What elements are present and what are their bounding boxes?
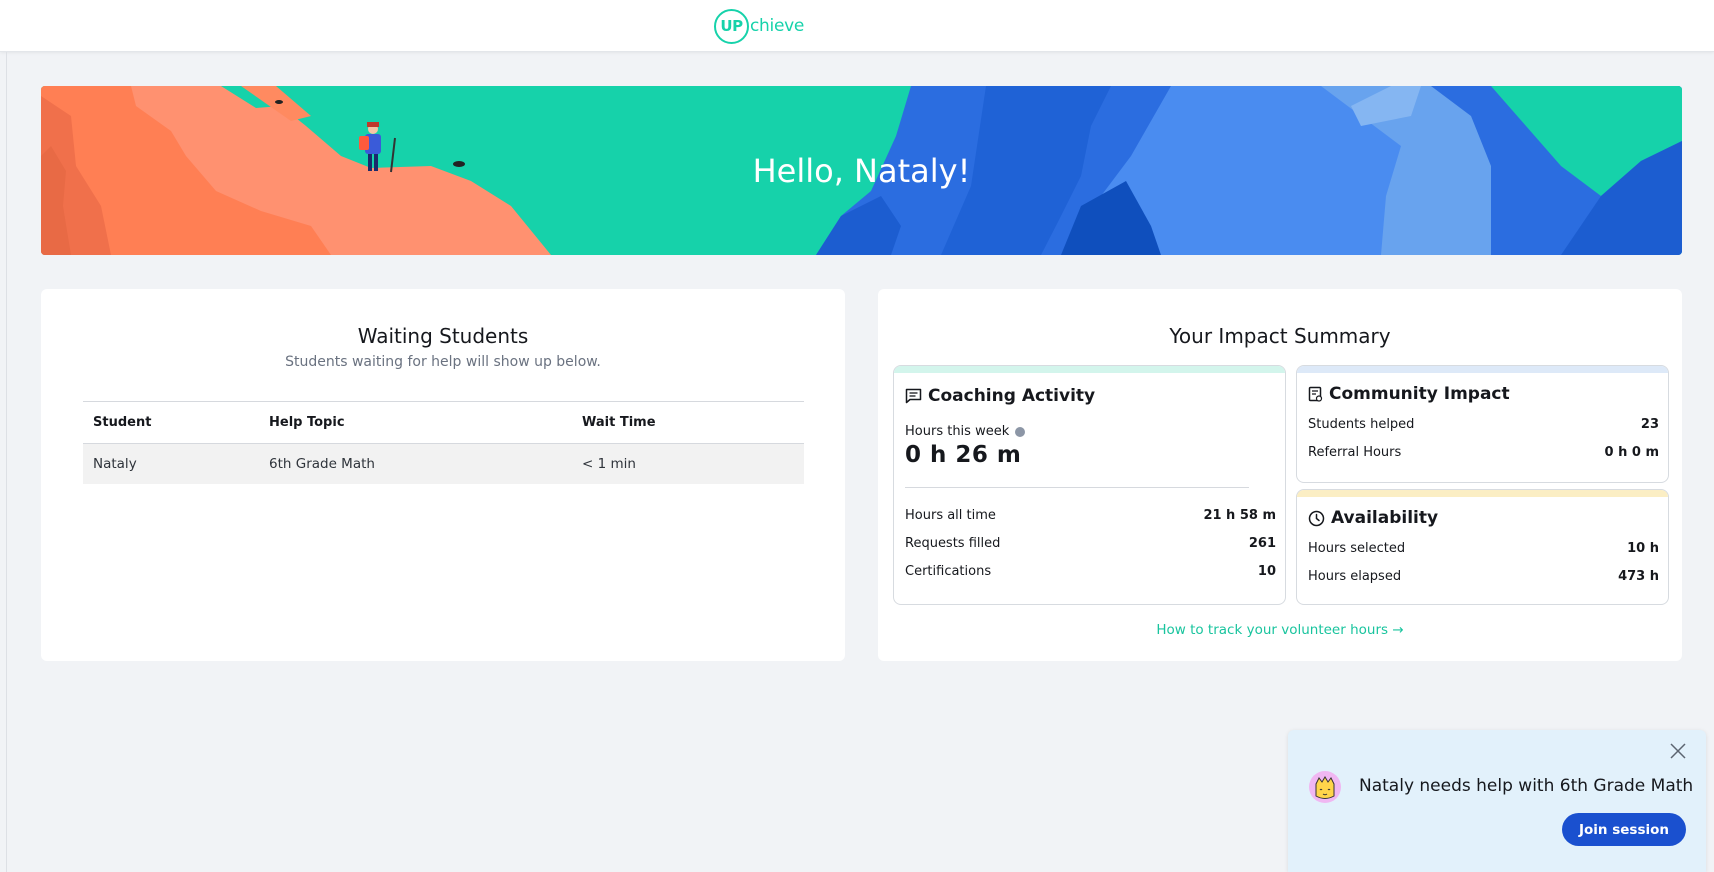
stat-value: 23 — [1640, 417, 1659, 432]
stat-label: Requests filled — [905, 536, 1001, 551]
impact-summary-title: Your Impact Summary — [1169, 324, 1391, 348]
hours-this-week-text: Hours this week — [905, 424, 1010, 439]
upchieve-logo[interactable]: UP chieve — [714, 8, 804, 44]
waiting-students-card: Waiting Students Students waiting for he… — [41, 289, 845, 661]
stat-value: 21 h 58 m — [1203, 508, 1276, 523]
hours-this-week-label: Hours this week — [905, 424, 1026, 439]
logo-text: chieve — [750, 16, 805, 36]
chat-icon — [905, 388, 922, 404]
availability-heading: Availability — [1308, 508, 1438, 528]
waiting-students-subtitle: Students waiting for help will show up b… — [285, 354, 601, 370]
stat-row-certifications: Certifications 10 — [905, 564, 1276, 579]
certificate-icon — [1308, 386, 1323, 402]
help-topic: 6th Grade Math — [269, 456, 375, 472]
stat-label: Hours elapsed — [1308, 569, 1402, 584]
stat-label: Hours all time — [905, 508, 996, 523]
toast-message: Nataly needs help with 6th Grade Math — [1359, 776, 1694, 796]
stat-row-hours-selected: Hours selected 10 h — [1308, 541, 1659, 556]
stat-value: 261 — [1248, 536, 1276, 551]
stat-value: 0 h 0 m — [1604, 445, 1659, 460]
info-icon[interactable] — [1015, 426, 1026, 437]
top-bar: UP chieve — [0, 0, 1714, 52]
stat-row-referral-hours: Referral Hours 0 h 0 m — [1308, 445, 1659, 460]
close-icon[interactable] — [1668, 741, 1688, 761]
stat-row-hours-elapsed: Hours elapsed 473 h — [1308, 569, 1659, 584]
stat-value: 10 — [1257, 564, 1276, 579]
welcome-banner: Hello, Nataly! — [41, 86, 1682, 255]
greeting-heading: Hello, Nataly! — [752, 152, 971, 190]
community-accent-stripe — [1297, 366, 1668, 373]
stat-value: 10 h — [1627, 541, 1659, 556]
coaching-activity-heading: Coaching Activity — [905, 386, 1095, 406]
table-row[interactable]: Nataly 6th Grade Math < 1 min — [83, 444, 804, 484]
waiting-students-title: Waiting Students — [357, 324, 529, 348]
stat-label: Students helped — [1308, 417, 1415, 432]
clock-icon — [1308, 510, 1325, 526]
table-header: Student Help Topic Wait Time — [83, 402, 804, 444]
waiting-students-table: Student Help Topic Wait Time Nataly 6th … — [83, 401, 804, 484]
impact-summary-card: Your Impact Summary Coaching Activity Ho… — [878, 289, 1682, 661]
stat-label: Hours selected — [1308, 541, 1406, 556]
stat-row-students-helped: Students helped 23 — [1308, 417, 1659, 432]
availability-card: Availability Hours selected 10 h Hours e… — [1296, 489, 1669, 605]
coaching-activity-title: Coaching Activity — [928, 386, 1096, 406]
column-header-student: Student — [93, 415, 152, 430]
coaching-activity-card: Coaching Activity Hours this week 0 h 26… — [893, 365, 1286, 605]
stat-row-requests-filled: Requests filled 261 — [905, 536, 1276, 551]
student-avatar — [1309, 771, 1341, 803]
join-session-button[interactable]: Join session — [1562, 813, 1686, 846]
coaching-accent-stripe — [894, 366, 1285, 373]
stat-label: Referral Hours — [1308, 445, 1402, 460]
availability-title: Availability — [1331, 508, 1439, 528]
community-impact-card: Community Impact Students helped 23 Refe… — [1296, 365, 1669, 483]
session-request-toast: Nataly needs help with 6th Grade Math Jo… — [1288, 730, 1706, 872]
column-header-help-topic: Help Topic — [269, 415, 345, 430]
community-impact-heading: Community Impact — [1308, 384, 1510, 404]
stat-row-hours-all-time: Hours all time 21 h 58 m — [905, 508, 1276, 523]
sidebar-divider — [6, 52, 7, 872]
community-impact-title: Community Impact — [1329, 384, 1510, 404]
coaching-divider — [905, 487, 1249, 488]
wait-time: < 1 min — [582, 456, 636, 472]
logo-badge: UP — [714, 8, 749, 44]
column-header-wait-time: Wait Time — [582, 415, 656, 430]
hours-this-week-value: 0 h 26 m — [905, 442, 1022, 468]
track-volunteer-hours-link[interactable]: How to track your volunteer hours → — [878, 622, 1682, 638]
availability-accent-stripe — [1297, 490, 1668, 497]
student-name: Nataly — [93, 456, 137, 472]
stat-label: Certifications — [905, 564, 992, 579]
stat-value: 473 h — [1618, 569, 1659, 584]
